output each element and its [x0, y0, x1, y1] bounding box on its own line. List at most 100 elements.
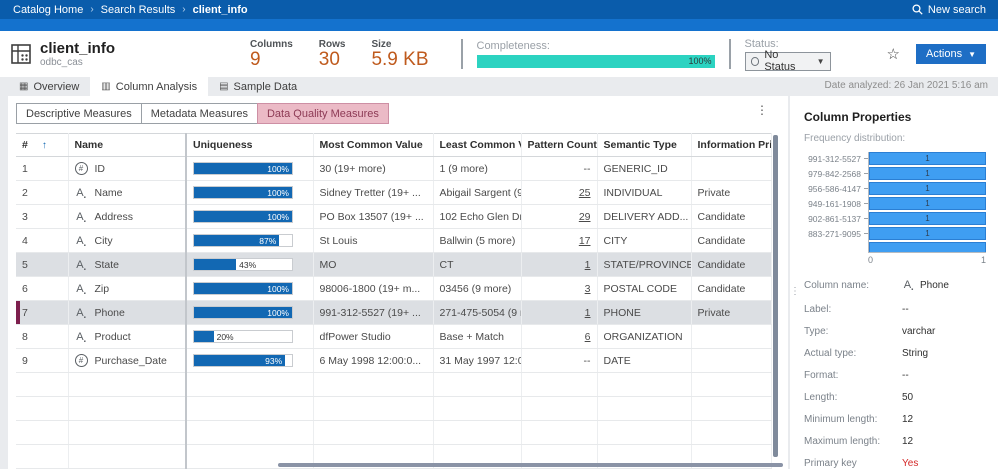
dataset-stats: Columns9Rows30Size5.9 KB	[250, 39, 429, 70]
property-label: Format:	[804, 369, 902, 382]
property-label: Primary key candidate:	[804, 457, 902, 469]
pattern-count-link[interactable]: 25	[579, 187, 591, 199]
panel-splitter-handle[interactable]: ⋮	[790, 290, 800, 294]
chart-category-label: 883-271-9095	[804, 227, 868, 242]
row-number: 8	[16, 325, 68, 349]
uniqueness-bar-fill: 93%	[194, 355, 285, 366]
dataset-icon	[10, 43, 32, 65]
pattern-count-link[interactable]: 17	[579, 235, 591, 247]
page-header: client_info odbc_cas Columns9Rows30Size5…	[0, 31, 998, 77]
pattern-count-link[interactable]: 6	[585, 331, 591, 343]
column-header-information-privacy[interactable]: Information Privacy	[691, 134, 771, 157]
chart-bar: 1	[869, 182, 986, 195]
column-name: City	[95, 235, 113, 247]
new-search-button[interactable]: New search	[912, 4, 986, 16]
most-common-value: PO Box 13507 (19+ ...	[313, 205, 433, 229]
property-value: varchar	[902, 325, 935, 338]
table-row[interactable]: 5AState43%MOCT1STATE/PROVINCECandidate	[16, 253, 771, 277]
table-row[interactable]: 9#Purchase_Date93%6 May 1998 12:00:0...3…	[16, 349, 771, 373]
most-common-value: 98006-1800 (19+ m...	[313, 277, 433, 301]
table-row[interactable]: 3AAddress100%PO Box 13507 (19+ ...102 Ec…	[16, 205, 771, 229]
pattern-count-cell: 1	[521, 253, 597, 277]
most-common-value: MO	[313, 253, 433, 277]
completeness-label: Completeness:	[477, 40, 715, 52]
horizontal-scrollbar[interactable]	[278, 463, 783, 467]
table-row[interactable]: 1#ID100%30 (19+ more)1 (9 more)--GENERIC…	[16, 157, 771, 181]
pattern-count-link[interactable]: 1	[585, 307, 591, 319]
column-name: State	[95, 259, 120, 271]
favorite-star-icon[interactable]: ☆	[887, 45, 900, 63]
information-privacy	[691, 349, 771, 373]
breadcrumb: Catalog Home›Search Results›client_info	[13, 4, 248, 16]
tab-column-analysis[interactable]: ▥ Column Analysis	[90, 77, 208, 96]
semantic-type: GENERIC_ID	[597, 157, 691, 181]
row-number: 5	[16, 253, 68, 277]
stat-label: Size	[371, 39, 428, 50]
chart-category-label: 949-161-1908	[804, 197, 868, 212]
breadcrumb-item[interactable]: Catalog Home	[13, 4, 83, 16]
table-row[interactable]: 2AName100%Sidney Tretter (19+ ...Abigail…	[16, 181, 771, 205]
column-name-cell: AZip	[68, 277, 186, 301]
table-row[interactable]: 7APhone100%991-312-5527 (19+ ...271-475-…	[16, 301, 771, 325]
uniqueness-value: 100%	[267, 187, 289, 199]
tab-sample-data[interactable]: ▤Sample Data	[208, 77, 308, 96]
tab-overview[interactable]: ▦Overview	[8, 77, 90, 96]
status-label: Status:	[745, 38, 841, 50]
column-header--[interactable]: #↑	[16, 134, 68, 157]
property-label: Actual type:	[804, 347, 902, 360]
semantic-type: PHONE	[597, 301, 691, 325]
property-field: Column name:APhone	[804, 279, 986, 294]
pattern-count-cell: --	[521, 157, 597, 181]
uniqueness-bar: 100%	[193, 282, 293, 295]
tab-label: Column Analysis	[116, 81, 197, 93]
property-label: Maximum length:	[804, 435, 902, 448]
actions-button[interactable]: Actions ▼	[916, 44, 986, 64]
actions-label: Actions	[926, 48, 962, 60]
property-label: Column name:	[804, 279, 902, 294]
chart-bar: 1	[869, 197, 986, 210]
breadcrumb-item[interactable]: client_info	[193, 4, 248, 16]
table-row[interactable]: 4ACity87%St LouisBallwin (5 more)17CITYC…	[16, 229, 771, 253]
column-header-name[interactable]: Name	[68, 134, 186, 157]
breadcrumb-item[interactable]: Search Results	[101, 4, 176, 16]
property-field: Primary key candidate:Yes	[804, 457, 986, 469]
property-value: Yes	[902, 457, 918, 469]
row-number: 6	[16, 277, 68, 301]
column-name: Zip	[95, 283, 110, 295]
sort-ascending-icon[interactable]: ↑	[42, 140, 47, 151]
table-row[interactable]: 8AProduct20%dfPower StudioBase + Match6O…	[16, 325, 771, 349]
column-header-most-common-value[interactable]: Most Common Value	[313, 134, 433, 157]
column-header-semantic-type[interactable]: Semantic Type	[597, 134, 691, 157]
vertical-scrollbar[interactable]	[773, 135, 778, 457]
pattern-count-link[interactable]: 29	[579, 211, 591, 223]
uniqueness-bar: 20%	[193, 330, 293, 343]
uniqueness-cell: 100%	[186, 157, 313, 181]
column-analysis-icon: ▥	[101, 81, 110, 92]
uniqueness-cell: 20%	[186, 325, 313, 349]
measure-button-descriptive-measures[interactable]: Descriptive Measures	[16, 103, 141, 124]
property-value: 12	[902, 435, 913, 448]
property-value: 12	[902, 413, 913, 426]
table-options-kebab-icon[interactable]: ⋮	[756, 105, 768, 115]
tab-label: Overview	[33, 81, 79, 93]
breadcrumb-separator: ›	[182, 4, 185, 15]
least-common-value: Base + Match	[433, 325, 521, 349]
status-dropdown[interactable]: No Status ▼	[745, 52, 831, 71]
uniqueness-bar-fill: 100%	[194, 307, 292, 318]
table-row[interactable]: 6AZip100%98006-1800 (19+ m...03456 (9 mo…	[16, 277, 771, 301]
property-value: APhone	[902, 279, 949, 294]
tab-strip: ▦Overview▥Column Analysis▤Sample DataDat…	[0, 77, 998, 96]
column-header-uniqueness[interactable]: Uniqueness	[186, 134, 313, 157]
stat-label: Rows	[319, 39, 346, 50]
pattern-count-link[interactable]: 1	[585, 259, 591, 271]
measure-button-data-quality-measures[interactable]: Data Quality Measures	[257, 103, 389, 124]
measure-button-metadata-measures[interactable]: Metadata Measures	[141, 103, 257, 124]
uniqueness-bar: 93%	[193, 354, 293, 367]
row-number: 3	[16, 205, 68, 229]
chart-bar: 1	[869, 167, 986, 180]
column-header-pattern-count[interactable]: Pattern Count	[521, 134, 597, 157]
properties-title: Column Properties	[804, 110, 986, 124]
pattern-count-link[interactable]: 3	[585, 283, 591, 295]
column-name: Purchase_Date	[95, 355, 167, 367]
column-header-least-common-value[interactable]: Least Common Value	[433, 134, 521, 157]
